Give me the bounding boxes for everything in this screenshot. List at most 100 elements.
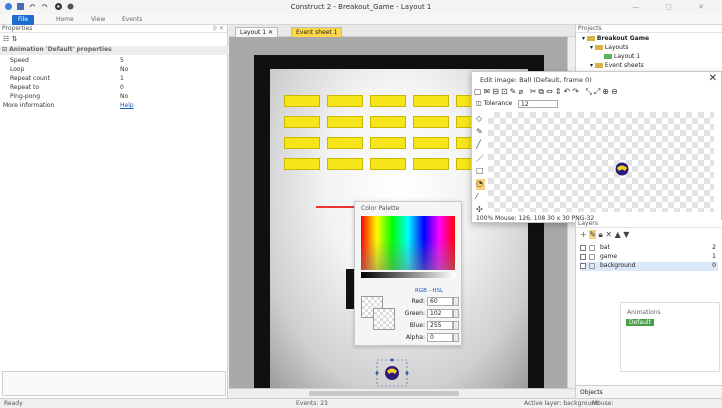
brick[interactable] xyxy=(327,116,363,128)
alpha-input[interactable]: 0 xyxy=(427,333,453,342)
property-row[interactable]: Loop No xyxy=(0,66,228,74)
tree-item-event-sheets[interactable]: ▾ Event sheets xyxy=(590,62,644,69)
projects-header: Projects xyxy=(576,25,722,33)
tolerance-label: ◫ Tolerance xyxy=(476,100,513,107)
sort-alpha-icon[interactable]: ⇅ xyxy=(12,35,18,43)
rectangle-icon[interactable]: □ xyxy=(476,166,485,177)
red-row: Red: 60 xyxy=(355,297,463,307)
tolerance-input[interactable]: 12 xyxy=(518,100,558,108)
window-title: Construct 2 - Breakout_Game - Layout 1 xyxy=(290,3,432,11)
tab-event-sheet-1[interactable]: Event sheet 1 xyxy=(291,27,343,37)
pencil-icon[interactable]: ✎ xyxy=(476,127,485,138)
green-input[interactable]: 102 xyxy=(427,309,453,318)
brick[interactable] xyxy=(284,158,320,170)
fill-bucket-icon[interactable]: ◔ xyxy=(476,179,485,190)
close-icon[interactable]: ✕ xyxy=(709,73,717,84)
animations-title: Animations xyxy=(627,309,661,316)
layer-row[interactable]: game 1 xyxy=(580,253,718,262)
ball-sprite[interactable] xyxy=(375,358,409,388)
layers-panel: Layers + ✎ 🔒︎ ✕ ▲ ▼ bat 2 game 1 backgroun… xyxy=(575,220,722,398)
brick[interactable] xyxy=(413,95,449,107)
brick[interactable] xyxy=(284,95,320,107)
folder-icon xyxy=(594,45,603,50)
visibility-checkbox[interactable] xyxy=(580,254,586,260)
line-icon[interactable]: ／ xyxy=(476,153,485,164)
brick[interactable] xyxy=(413,137,449,149)
lock-icon[interactable] xyxy=(589,263,595,269)
close-tab-icon[interactable]: ✕ xyxy=(268,29,273,36)
brick[interactable] xyxy=(370,116,406,128)
layer-row[interactable]: background 0 xyxy=(580,262,718,271)
left-wall[interactable] xyxy=(254,55,270,388)
image-editor-window: Edit image: Ball (Default, frame 0) ✕ ▢✉… xyxy=(471,71,722,223)
add-layer-icon[interactable]: + xyxy=(580,230,587,239)
visibility-checkbox[interactable] xyxy=(580,245,586,251)
window-controls[interactable]: — ▢ ✕ xyxy=(632,3,716,11)
tab-objects[interactable]: Objects xyxy=(580,389,603,396)
tab-home[interactable]: Home xyxy=(50,15,80,25)
property-row[interactable]: Speed 5 xyxy=(0,57,228,65)
drawing-tools: ◇ ✎ ╱ ／ □ ◔ ⁄ ✣ xyxy=(476,114,486,218)
help-link[interactable]: Help xyxy=(120,102,134,109)
tree-item-project[interactable]: ▾ Breakout Game xyxy=(582,35,649,42)
image-editor-toolbar[interactable]: ▢✉⊟⊡✎⌀ ✂⧉⇔⇕↶↷ ⤡⤢⊕⊖ xyxy=(474,87,620,97)
properties-section-header[interactable]: ⊟ Animation 'Default' properties xyxy=(0,46,228,55)
color-spectrum[interactable] xyxy=(361,216,455,270)
tab-view[interactable]: View xyxy=(85,15,111,25)
property-description-box xyxy=(2,371,226,396)
title-bar: Construct 2 - Breakout_Game - Layout 1 —… xyxy=(0,0,722,14)
property-row[interactable]: Repeat count 1 xyxy=(0,75,228,83)
red-input[interactable]: 60 xyxy=(427,297,453,306)
brick[interactable] xyxy=(370,137,406,149)
brush-icon[interactable]: ╱ xyxy=(476,140,485,151)
edit-layer-icon[interactable]: ✎ xyxy=(589,230,596,239)
events-count: Events: 23 xyxy=(296,400,328,407)
lock-icon[interactable] xyxy=(589,254,595,260)
alpha-stepper[interactable] xyxy=(453,333,459,342)
layout-horizontal-scrollbar[interactable] xyxy=(229,388,575,398)
brick[interactable] xyxy=(370,158,406,170)
eraser-icon[interactable]: ◇ xyxy=(476,114,485,125)
property-row[interactable]: Repeat to 0 xyxy=(0,84,228,92)
close-icon[interactable]: ⚲ ✕ xyxy=(213,25,224,32)
animation-default-item[interactable]: Default xyxy=(626,319,654,326)
brick[interactable] xyxy=(284,137,320,149)
tree-item-layouts[interactable]: ▾ Layouts xyxy=(590,44,628,51)
alpha-row: Alpha: 0 xyxy=(355,333,463,343)
layers-toolbar[interactable]: + ✎ 🔒︎ ✕ ▲ ▼ xyxy=(580,230,629,240)
image-canvas[interactable] xyxy=(488,112,714,212)
brick[interactable] xyxy=(327,158,363,170)
layer-row[interactable]: bat 2 xyxy=(580,244,718,253)
layout-tab-strip: Layout 1 ✕ Event sheet 1 xyxy=(229,25,575,37)
blue-input[interactable]: 255 xyxy=(427,321,453,330)
layout-icon xyxy=(604,54,612,59)
lock-icon[interactable]: 🔒︎ xyxy=(599,230,603,239)
delete-layer-icon[interactable]: ✕ xyxy=(605,230,612,239)
brightness-slider[interactable] xyxy=(361,272,455,278)
property-row[interactable]: More information Help xyxy=(0,102,228,110)
top-wall[interactable] xyxy=(254,55,544,69)
red-stepper[interactable] xyxy=(453,297,459,306)
visibility-checkbox[interactable] xyxy=(580,263,586,269)
move-layer-down-icon[interactable]: ▼ xyxy=(623,230,629,239)
tab-events[interactable]: Events xyxy=(116,15,148,25)
brick[interactable] xyxy=(370,95,406,107)
green-stepper[interactable] xyxy=(453,309,459,318)
color-mode-link[interactable]: RGB - HSL xyxy=(415,288,443,294)
brick[interactable] xyxy=(327,137,363,149)
lock-icon[interactable] xyxy=(589,245,595,251)
tree-item-layout-1[interactable]: Layout 1 xyxy=(604,53,640,60)
folder-icon xyxy=(594,63,603,68)
blue-stepper[interactable] xyxy=(453,321,459,330)
property-row[interactable]: Ping-pong No xyxy=(0,93,228,101)
color-picker-icon[interactable]: ⁄ xyxy=(476,192,485,203)
tab-layout-1[interactable]: Layout 1 ✕ xyxy=(235,27,279,37)
brick[interactable] xyxy=(413,158,449,170)
categorized-icon[interactable]: ☷ xyxy=(3,35,9,43)
tab-file[interactable]: File xyxy=(12,15,35,25)
move-layer-up-icon[interactable]: ▲ xyxy=(615,230,621,239)
brick[interactable] xyxy=(413,116,449,128)
brick[interactable] xyxy=(284,116,320,128)
brick[interactable] xyxy=(327,95,363,107)
scroll-thumb[interactable] xyxy=(309,391,459,396)
